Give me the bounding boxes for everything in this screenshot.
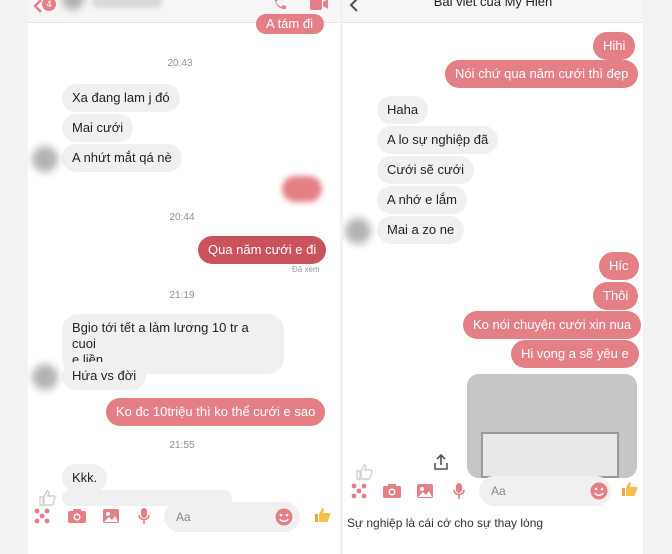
- right-margin: [643, 0, 672, 554]
- phone-icon[interactable]: [272, 0, 288, 12]
- emoji-icon[interactable]: [589, 481, 609, 501]
- message-outgoing: Híc: [599, 252, 639, 280]
- message-outgoing: Nói chứ qua năm cưới thì đẹp: [445, 60, 639, 88]
- message-incoming: Kkk.: [62, 464, 108, 492]
- thumbs-up-icon[interactable]: [38, 488, 58, 508]
- message-incoming: A lo sự nghiệp đã: [377, 126, 499, 154]
- video-call-icon[interactable]: [308, 0, 330, 12]
- blurred-outgoing-sticker: [282, 176, 322, 202]
- share-icon[interactable]: [431, 452, 451, 472]
- camera-icon[interactable]: [381, 481, 403, 501]
- message-outgoing-top: A tám đi: [256, 14, 324, 34]
- contact-avatar: [32, 146, 58, 172]
- timestamp: 21:55: [169, 440, 195, 451]
- image-caption: Sự nghiệp là cái cớ cho sự thay lòng: [347, 516, 544, 530]
- timestamp: 20:43: [167, 58, 193, 69]
- emoji-icon[interactable]: [274, 507, 294, 527]
- thumbs-up-icon[interactable]: [355, 462, 375, 482]
- line: Bgio tới tết a làm lương 10 tr a cuoi: [72, 320, 249, 351]
- photo-gallery-icon[interactable]: [415, 481, 435, 501]
- message-incoming: Mai cưới: [62, 114, 134, 142]
- like-emoji-icon[interactable]: [619, 478, 641, 500]
- message-outgoing: Hihi: [593, 32, 636, 60]
- message-outgoing: Thôi: [593, 282, 639, 310]
- photo-gallery-icon[interactable]: [101, 506, 121, 526]
- timestamp: 21:19: [169, 290, 195, 301]
- message-incoming: Cưới sẽ cưới: [377, 156, 475, 184]
- post-title: Bài viết của Mỹ Hiền: [433, 0, 553, 9]
- message-incoming: Hứa vs đời: [62, 362, 147, 390]
- message-incoming: A nhứt mắt qá nè: [62, 144, 182, 172]
- message-incoming: Haha: [377, 96, 429, 124]
- message-outgoing: Ko nói chuyện cưới xin nua: [463, 311, 642, 339]
- microphone-icon[interactable]: [136, 506, 152, 526]
- microphone-icon[interactable]: [451, 481, 467, 501]
- right-chat-panel: Bài viết của Mỹ Hiền Hihi Nói chứ qua nă…: [343, 0, 643, 542]
- message-outgoing: Hi vọng a sẽ yêu e: [511, 340, 639, 368]
- left-chat-panel: 4 A tám đi 20:43 Xa đang lam j đó Mai cư…: [28, 0, 340, 542]
- contact-name-blurred: [92, 0, 162, 8]
- timestamp: 20:44: [169, 212, 195, 223]
- camera-icon[interactable]: [66, 506, 88, 526]
- contact-avatar: [345, 218, 371, 244]
- contact-avatar: [32, 364, 58, 390]
- message-outgoing: Qua năm cưới e đi: [198, 236, 327, 264]
- left-margin: [0, 0, 28, 554]
- like-emoji-icon[interactable]: [312, 504, 334, 526]
- shared-photo[interactable]: [467, 374, 637, 478]
- apps-grid-icon[interactable]: [32, 507, 52, 525]
- message-incoming: Xa đang lam j đó: [62, 84, 180, 112]
- photo-object: [481, 432, 619, 478]
- seen-status: Đã xem: [292, 265, 320, 274]
- apps-grid-icon[interactable]: [349, 482, 369, 500]
- message-outgoing: Ko đc 10triệu thì ko thể cưới e sao: [106, 398, 326, 426]
- message-incoming: A nhớ e lắm: [377, 186, 467, 214]
- message-incoming: Mai a zo ne: [377, 216, 465, 244]
